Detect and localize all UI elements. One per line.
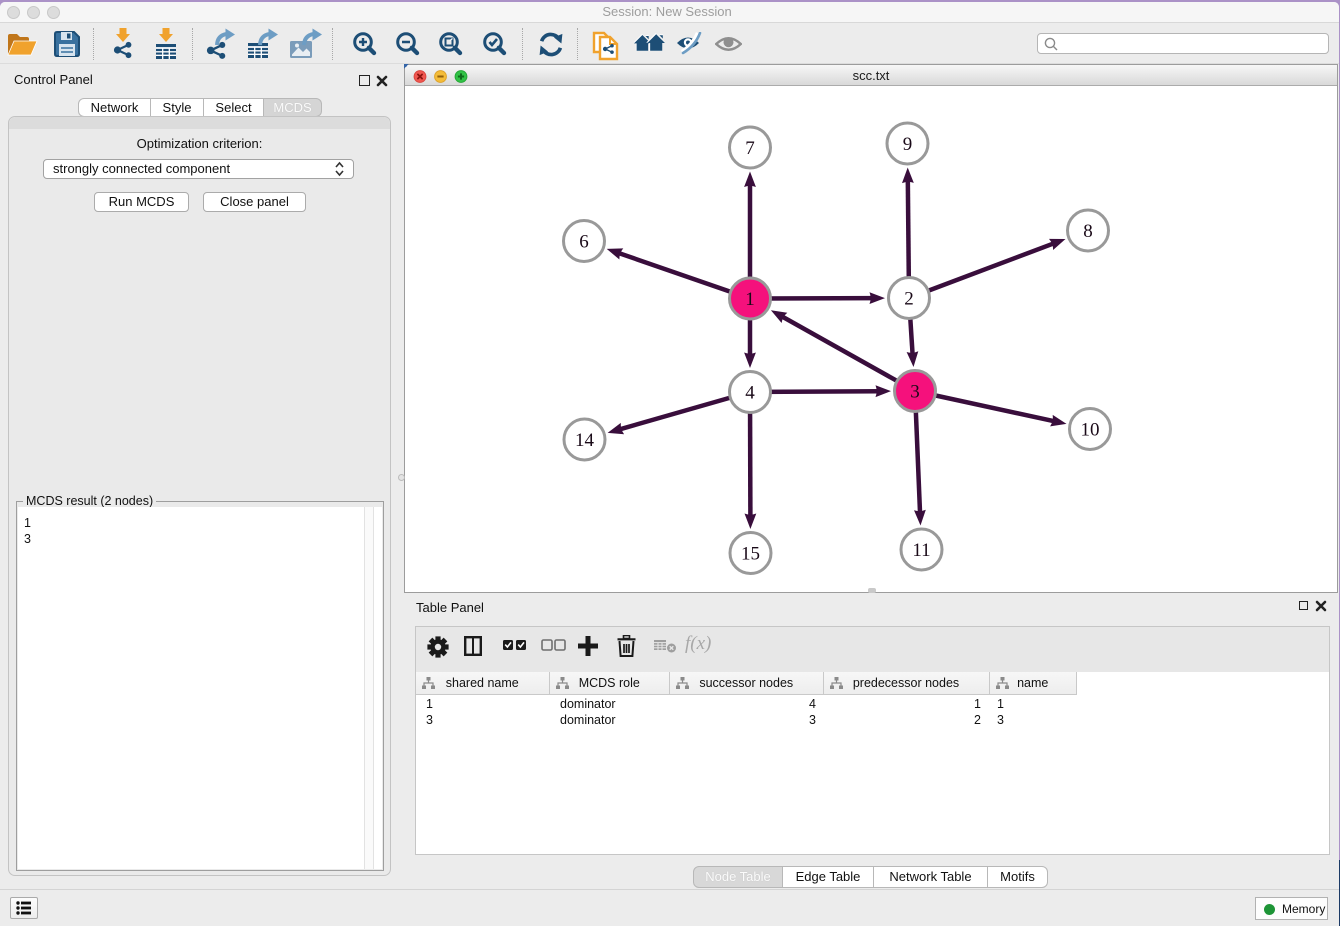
svg-text:11: 11 — [912, 540, 930, 561]
svg-text:10: 10 — [1081, 420, 1100, 441]
svg-text:7: 7 — [745, 138, 755, 159]
svg-text:3: 3 — [910, 382, 920, 403]
svg-text:14: 14 — [575, 430, 595, 451]
svg-text:9: 9 — [903, 134, 913, 155]
svg-text:6: 6 — [579, 232, 589, 253]
svg-text:15: 15 — [741, 544, 760, 565]
svg-text:4: 4 — [745, 383, 755, 404]
svg-text:8: 8 — [1083, 221, 1093, 242]
svg-text:2: 2 — [904, 289, 914, 310]
svg-text:1: 1 — [745, 289, 755, 310]
